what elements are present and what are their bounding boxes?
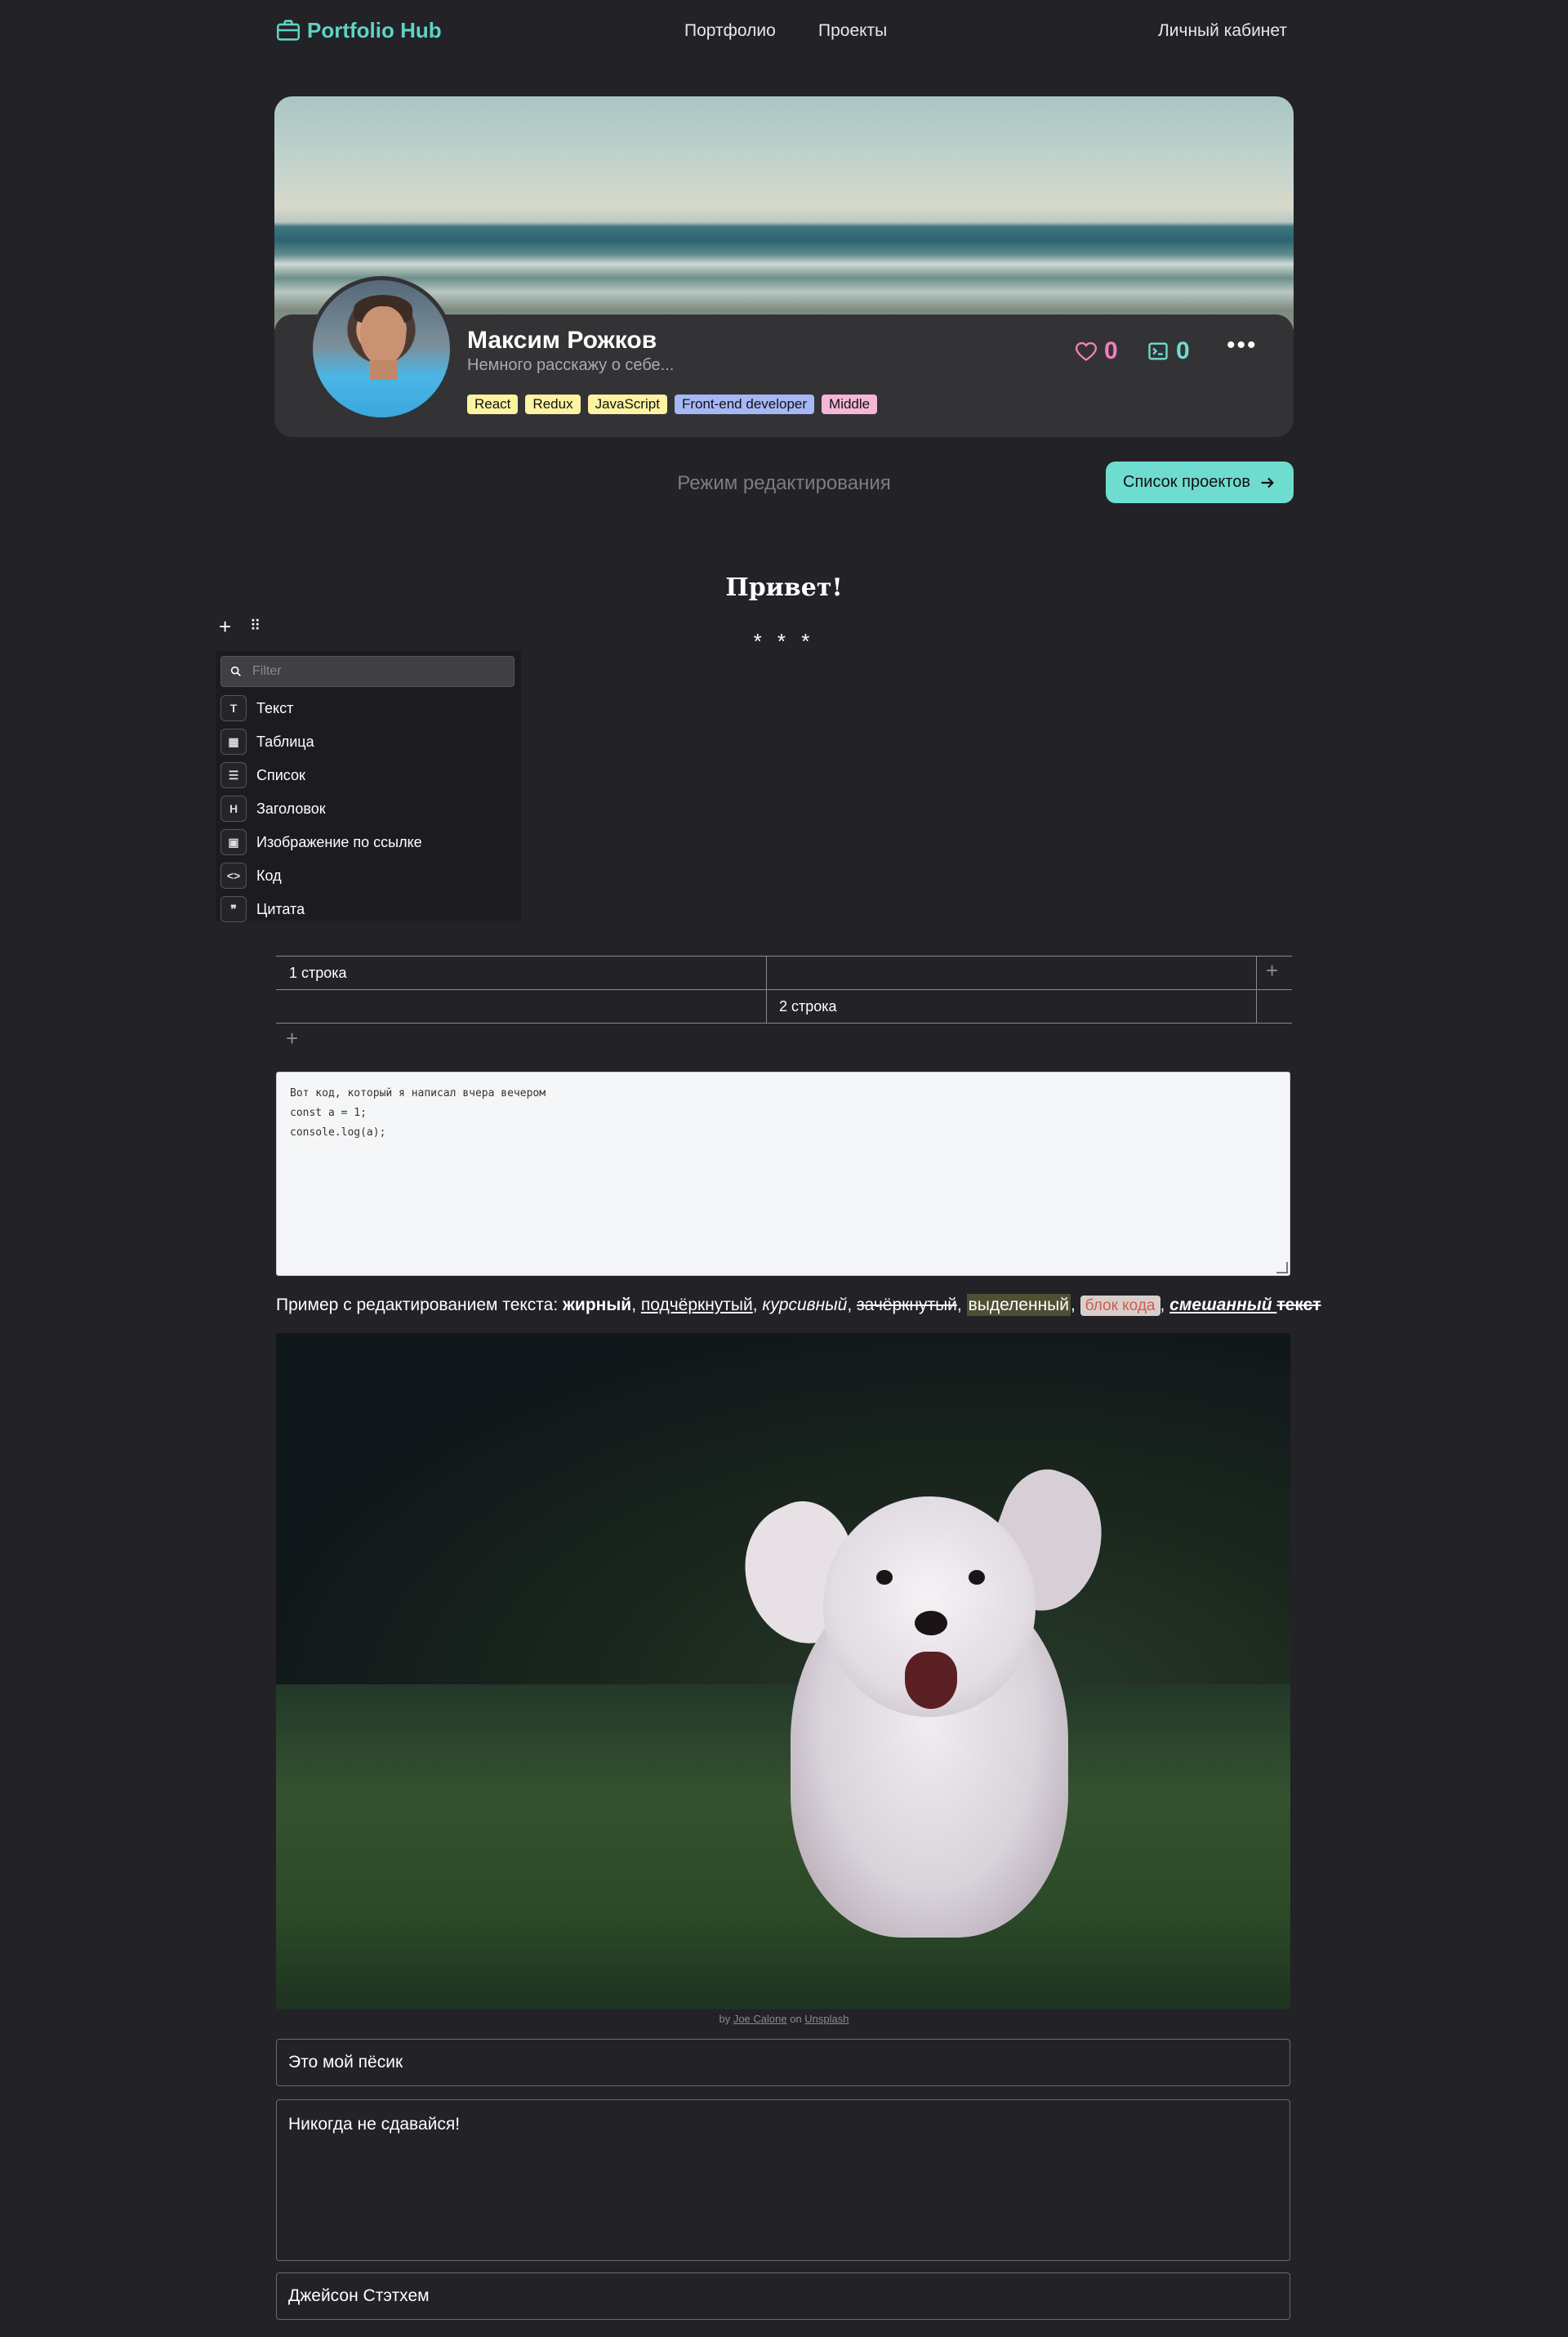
heart-icon — [1075, 341, 1098, 361]
rich-text-paragraph[interactable]: Пример с редактированием текста: жирный,… — [276, 1294, 1321, 1316]
tag: React — [467, 395, 519, 414]
search-icon — [230, 666, 241, 676]
table-border — [276, 956, 1292, 957]
projects-counter[interactable]: 0 — [1147, 337, 1190, 365]
menu-item-list[interactable]: ☰ Список — [220, 762, 305, 788]
likes-counter[interactable]: 0 — [1075, 337, 1118, 365]
menu-item-label: Заголовок — [256, 800, 326, 817]
menu-item-quote[interactable]: ❞ Цитата — [220, 896, 305, 922]
likes-count: 0 — [1104, 337, 1118, 364]
menu-item-heading[interactable]: H Заголовок — [220, 796, 326, 822]
text-underline: подчёркнутый — [640, 1296, 753, 1314]
heading-icon: H — [220, 796, 247, 822]
image-caption: by Joe Calone on Unsplash — [0, 2013, 1568, 2025]
menu-item-text[interactable]: T Текст — [220, 695, 293, 721]
editor-heading[interactable]: Привет! — [0, 573, 1568, 602]
table-cell[interactable]: 2 строка — [779, 998, 837, 1015]
menu-item-table[interactable]: ▦ Таблица — [220, 729, 314, 755]
text-mixed-strike: текст — [1276, 1296, 1321, 1314]
resize-handle-icon[interactable] — [1276, 1262, 1288, 1273]
text-marked: выделенный — [966, 1294, 1071, 1316]
more-options-icon[interactable]: ••• — [1227, 332, 1258, 359]
text-icon: T — [220, 695, 247, 721]
tag: Middle — [822, 395, 878, 414]
menu-item-label: Код — [256, 867, 282, 884]
text-plain: Пример с редактированием текста: — [276, 1296, 564, 1314]
filter-input[interactable]: Filter — [220, 656, 514, 687]
text-mixed: смешанный — [1169, 1296, 1277, 1314]
menu-item-label: Цитата — [256, 900, 305, 917]
filter-placeholder: Filter — [252, 664, 282, 678]
caption-on: on — [786, 2013, 805, 2025]
table-border — [1256, 956, 1257, 1023]
menu-item-label: Список — [256, 766, 305, 783]
arrow-right-icon — [1261, 477, 1274, 488]
quote-icon: ❞ — [220, 896, 247, 922]
list-icon: ☰ — [220, 762, 247, 788]
projects-list-label: Список проектов — [1123, 473, 1250, 491]
quote-text-input[interactable]: Никогда не сдавайся! — [276, 2099, 1290, 2261]
briefcase-icon — [276, 20, 301, 41]
tag: Front-end developer — [674, 395, 815, 414]
menu-item-code[interactable]: <> Код — [220, 863, 282, 889]
code-line: const a = 1; — [290, 1107, 367, 1119]
add-row-icon[interactable]: + — [286, 1026, 298, 1051]
table-icon: ▦ — [220, 729, 247, 755]
logo[interactable]: Portfolio Hub — [274, 16, 442, 44]
code-line: Вот код, который я написал вчера вечером — [290, 1087, 546, 1099]
drag-handle-icon[interactable]: ⠿ — [250, 618, 261, 635]
nav-projects[interactable]: Проекты — [818, 21, 887, 41]
image-icon: ▣ — [220, 829, 247, 855]
nav-portfolio[interactable]: Портфолио — [684, 21, 776, 41]
edit-mode-label: Режим редактирования — [677, 472, 891, 494]
nav-account[interactable]: Личный кабинет — [1158, 21, 1287, 41]
logo-text: Portfolio Hub — [307, 17, 442, 42]
table-border — [766, 956, 767, 1023]
table-border — [276, 989, 1292, 990]
text-italic: курсивный — [762, 1296, 848, 1314]
text-bold: жирный — [563, 1296, 632, 1314]
caption-source-link[interactable]: Unsplash — [804, 2013, 849, 2025]
code-icon: <> — [220, 863, 247, 889]
text-inline-code: блок кода — [1080, 1296, 1160, 1316]
dog-photo — [276, 1333, 1290, 2009]
menu-item-image[interactable]: ▣ Изображение по ссылке — [220, 829, 422, 855]
caption-author-link[interactable]: Joe Calone — [733, 2013, 787, 2025]
avatar — [309, 276, 454, 421]
code-block[interactable]: Вот код, который я написал вчера вечером… — [276, 1072, 1290, 1276]
profile-tags: React Redux JavaScript Front-end develop… — [467, 395, 878, 414]
add-column-icon[interactable]: + — [1266, 958, 1278, 983]
profile-name: Максим Рожков — [467, 327, 657, 354]
image-caption-input[interactable]: Это мой пёсик — [276, 2039, 1290, 2086]
projects-list-button[interactable]: Список проектов — [1106, 462, 1294, 503]
text-strike: зачёркнутый — [857, 1296, 957, 1314]
caption-by: by — [719, 2013, 733, 2025]
add-block-icon[interactable]: + — [219, 614, 231, 640]
tag: Redux — [525, 395, 581, 414]
profile-bio: Немного расскажу о себе... — [467, 356, 675, 374]
code-line: console.log(a); — [290, 1126, 386, 1139]
menu-item-label: Таблица — [256, 733, 314, 750]
menu-item-label: Изображение по ссылке — [256, 833, 422, 850]
tag: JavaScript — [587, 395, 667, 414]
terminal-icon — [1148, 342, 1168, 360]
table-border — [276, 1023, 1292, 1024]
projects-count: 0 — [1176, 337, 1190, 364]
table-cell[interactable]: 1 строка — [289, 965, 347, 982]
block-menu: Filter T Текст ▦ Таблица ☰ Список H Заголово… — [216, 651, 521, 922]
quote-author-input[interactable]: Джейсон Стэтхем — [276, 2272, 1290, 2320]
menu-item-label: Текст — [256, 699, 294, 716]
